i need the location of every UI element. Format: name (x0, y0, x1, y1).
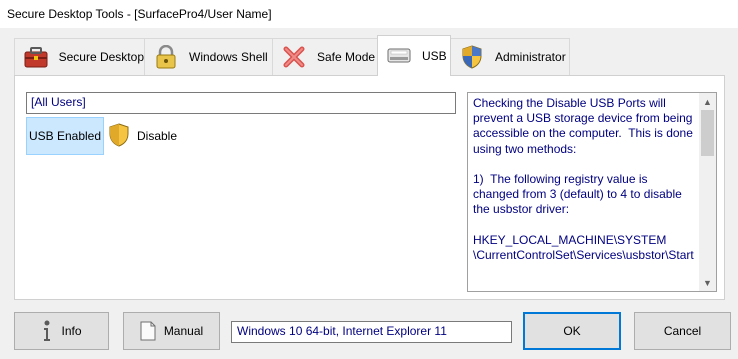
users-field[interactable]: [All Users] (26, 92, 456, 114)
tab-label: USB (422, 49, 447, 63)
tab-label: Secure Desktop (58, 50, 144, 64)
disable-label: Disable (137, 129, 178, 143)
usb-enabled-status[interactable]: USB Enabled (26, 117, 104, 155)
tab-administrator[interactable]: Administrator (450, 38, 570, 75)
tab-usb[interactable]: USB (377, 35, 451, 76)
info-button[interactable]: Info (14, 312, 109, 350)
shield-icon (459, 44, 485, 70)
tab-windows-shell[interactable]: Windows Shell (144, 38, 273, 75)
description-text: Checking the Disable USB Ports will prev… (473, 96, 694, 263)
scroll-thumb[interactable] (701, 110, 714, 156)
tab-secure-desktop[interactable]: Secure Desktop (14, 38, 145, 75)
tab-safe-mode[interactable]: Safe Mode (272, 38, 378, 75)
disable-usb-button[interactable]: Disable (109, 120, 177, 152)
toolbox-icon (23, 44, 49, 70)
ok-button[interactable]: OK (523, 312, 621, 350)
info-label: Info (61, 324, 82, 338)
tab-label: Administrator (495, 50, 566, 64)
document-icon (140, 321, 156, 341)
usb-drive-icon (386, 43, 412, 69)
vertical-scrollbar[interactable]: ▲ ▼ (699, 93, 716, 291)
tab-label: Safe Mode (317, 50, 376, 64)
info-icon (41, 320, 53, 342)
title-bar: Secure Desktop Tools - [SurfacePro4/User… (0, 0, 738, 28)
scroll-down-icon[interactable]: ▼ (699, 274, 716, 291)
shield-icon (109, 122, 129, 150)
scroll-up-icon[interactable]: ▲ (699, 93, 716, 110)
red-x-icon (281, 44, 307, 70)
tab-label: Windows Shell (189, 50, 268, 64)
browser-info-field[interactable]: Windows 10 64-bit, Internet Explorer 11 (231, 321, 512, 343)
usb-tab-panel: [All Users] USB Enabled Disable Checking… (14, 75, 725, 300)
manual-button[interactable]: Manual (123, 312, 220, 350)
cancel-button[interactable]: Cancel (634, 312, 731, 350)
description-box[interactable]: Checking the Disable USB Ports will prev… (467, 92, 717, 292)
dialog-body: Secure Desktop Windows Shell Safe Mode U… (0, 28, 738, 359)
manual-label: Manual (163, 324, 204, 338)
padlock-icon (153, 44, 179, 70)
window-title: Secure Desktop Tools - [SurfacePro4/User… (7, 7, 272, 21)
